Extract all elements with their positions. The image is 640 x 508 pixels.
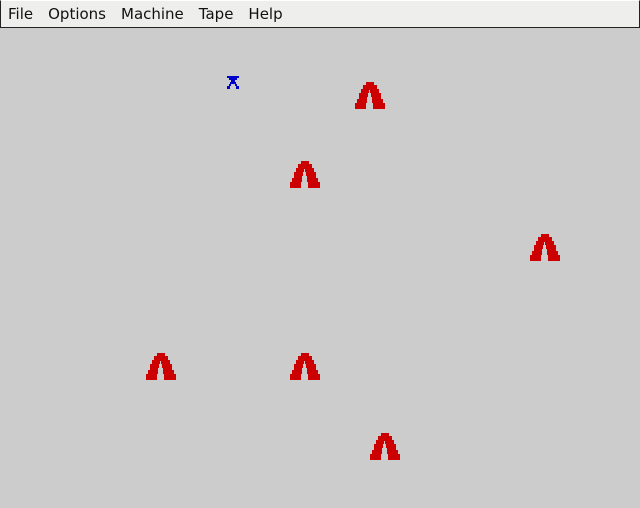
- menu-tape[interactable]: Tape: [192, 1, 242, 27]
- menu-options[interactable]: Options: [41, 1, 114, 27]
- mountain-icon: [146, 353, 176, 380]
- menu-machine[interactable]: Machine: [114, 1, 192, 27]
- mountain-icon: [530, 234, 560, 261]
- menu-bar: File Options Machine Tape Help: [0, 0, 640, 28]
- emulator-screen[interactable]: [0, 28, 640, 508]
- ship-icon: [227, 76, 239, 89]
- mountain-icon: [355, 82, 385, 109]
- mountain-icon: [290, 353, 320, 380]
- mountain-icon: [290, 161, 320, 188]
- mountain-icon: [370, 433, 400, 460]
- menu-file[interactable]: File: [1, 1, 41, 27]
- menu-help[interactable]: Help: [241, 1, 290, 27]
